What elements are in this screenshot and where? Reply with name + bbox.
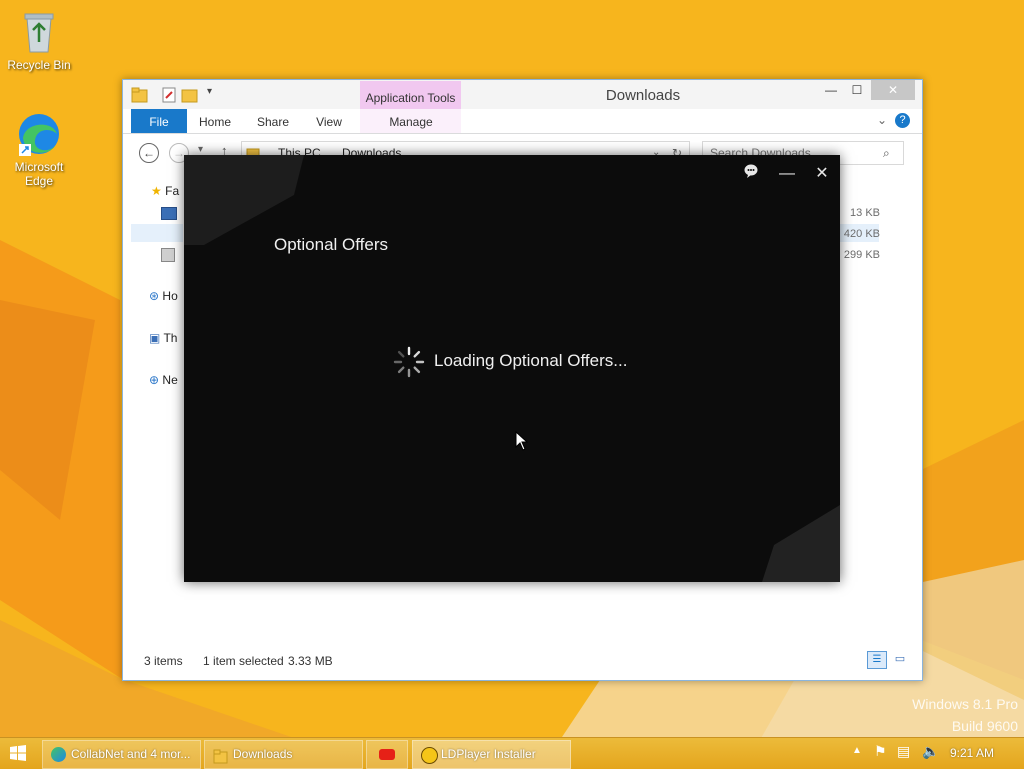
new-folder-icon[interactable]	[181, 86, 199, 109]
details-view-icon[interactable]: ☰	[867, 651, 887, 669]
chevron-down-icon[interactable]: ▾	[207, 86, 212, 97]
sidebar-label-network: Ne	[162, 373, 178, 387]
tab-view[interactable]: View	[307, 109, 351, 133]
desktop-icon-microsoft-edge[interactable]: Microsoft Edge	[1, 110, 77, 188]
edge-label: Microsoft Edge	[14, 160, 64, 188]
file-size: 420 KB	[843, 228, 880, 240]
volume-muted-icon[interactable]: 🔈	[922, 743, 939, 760]
folder-icon[interactable]	[131, 86, 149, 109]
back-icon[interactable]: ←	[139, 143, 159, 163]
recycle-bin-label: Recycle Bin	[7, 58, 71, 72]
sidebar-label-this-pc: Th	[163, 331, 178, 345]
sidebar-label-favorites: Fa	[165, 184, 180, 198]
installer-close-button[interactable]: ✕	[811, 163, 833, 185]
tab-file[interactable]: File	[131, 109, 187, 133]
network-tray-icon[interactable]: ▤	[897, 743, 910, 760]
window-title: Downloads	[605, 87, 681, 104]
tab-manage[interactable]: Manage	[370, 109, 452, 133]
folder-icon	[213, 747, 229, 768]
computer-icon: ▣	[149, 331, 161, 345]
status-bar: 3 items 1 item selected 3.33 MB ☰ ▭	[123, 648, 922, 672]
sidebar-label-homegroup: Ho	[162, 289, 178, 303]
loading-status-text: Loading Optional Offers...	[434, 351, 628, 370]
action-center-flag-icon[interactable]: ⚑	[874, 743, 887, 760]
sidebar-subitem-downloads[interactable]	[131, 224, 183, 242]
status-size: 3.33 MB	[288, 654, 333, 668]
file-size: 299 KB	[843, 249, 880, 261]
search-icon[interactable]: ⌕	[883, 142, 890, 164]
homegroup-icon: ⊛	[149, 289, 160, 303]
windows-watermark-edition: Windows 8.1 Pro	[912, 696, 1018, 712]
tab-share[interactable]: Share	[249, 109, 297, 133]
optional-offers-heading: Optional Offers	[274, 235, 389, 254]
maximize-button[interactable]: ☐	[841, 80, 873, 100]
explorer-titlebar[interactable]: ▾ Application Tools Downloads — ☐ ✕	[123, 80, 922, 109]
feedback-icon[interactable]	[740, 163, 762, 185]
mouse-cursor-icon	[515, 430, 529, 456]
large-icons-view-icon[interactable]: ▭	[891, 651, 909, 667]
taskbar-button-ldplayer[interactable]: LDPlayer Installer	[412, 740, 571, 769]
loading-spinner-icon	[392, 345, 426, 384]
properties-icon[interactable]	[161, 86, 177, 109]
installer-minimize-button[interactable]: —	[776, 163, 798, 185]
clock[interactable]: 9:21 AM	[950, 746, 994, 760]
taskbar-button-edge[interactable]: CollabNet and 4 mor...	[42, 740, 201, 769]
recycle-bin-icon	[17, 8, 61, 56]
sidebar-item-favorites[interactable]: ★ Fa	[151, 184, 179, 198]
context-tab-application-tools: Application Tools	[360, 81, 461, 109]
windows-watermark-build: Build 9600	[951, 718, 1018, 734]
taskbar-label: Downloads	[233, 747, 293, 761]
sidebar-item-network[interactable]: ⊕ Ne	[149, 373, 178, 387]
network-icon: ⊕	[149, 373, 160, 387]
taskbar-button-youtube[interactable]	[366, 740, 408, 769]
status-selection: 1 item selected	[203, 654, 284, 668]
desktop-icon-recycle-bin[interactable]: Recycle Bin	[1, 8, 77, 72]
start-button[interactable]	[10, 745, 26, 766]
sidebar-item-homegroup[interactable]: ⊛ Ho	[149, 289, 178, 303]
tab-home[interactable]: Home	[193, 109, 237, 133]
ribbon-tabs: File Home Share View Manage ⌄ ?	[123, 109, 922, 134]
file-size: 13 KB	[850, 207, 880, 219]
ldplayer-icon	[421, 747, 438, 764]
expand-ribbon-icon[interactable]: ⌄	[877, 113, 887, 127]
show-hidden-icons-icon[interactable]: ▲	[852, 745, 862, 756]
close-button[interactable]: ✕	[871, 80, 915, 100]
taskbar: CollabNet and 4 mor... Downloads LDPlaye…	[0, 737, 1024, 769]
taskbar-button-explorer[interactable]: Downloads	[204, 740, 363, 769]
recent-locations-icon[interactable]: ▾	[198, 144, 203, 155]
help-icon[interactable]: ?	[895, 113, 910, 128]
youtube-icon	[379, 749, 395, 760]
sidebar-item-this-pc[interactable]: ▣ Th	[149, 331, 177, 345]
star-icon: ★	[151, 184, 162, 198]
taskbar-label: LDPlayer Installer	[441, 747, 536, 761]
ldplayer-installer-window[interactable]: — ✕ Optional Offers Loading Optional Off…	[184, 155, 840, 582]
windows-logo-icon	[10, 745, 26, 761]
sidebar-subitem-recent[interactable]	[161, 248, 175, 262]
edge-icon	[51, 747, 66, 762]
edge-icon	[17, 110, 61, 158]
sidebar-subitem-desktop[interactable]	[161, 207, 177, 220]
taskbar-label: CollabNet and 4 mor...	[71, 747, 191, 761]
status-item-count: 3 items	[144, 654, 183, 668]
